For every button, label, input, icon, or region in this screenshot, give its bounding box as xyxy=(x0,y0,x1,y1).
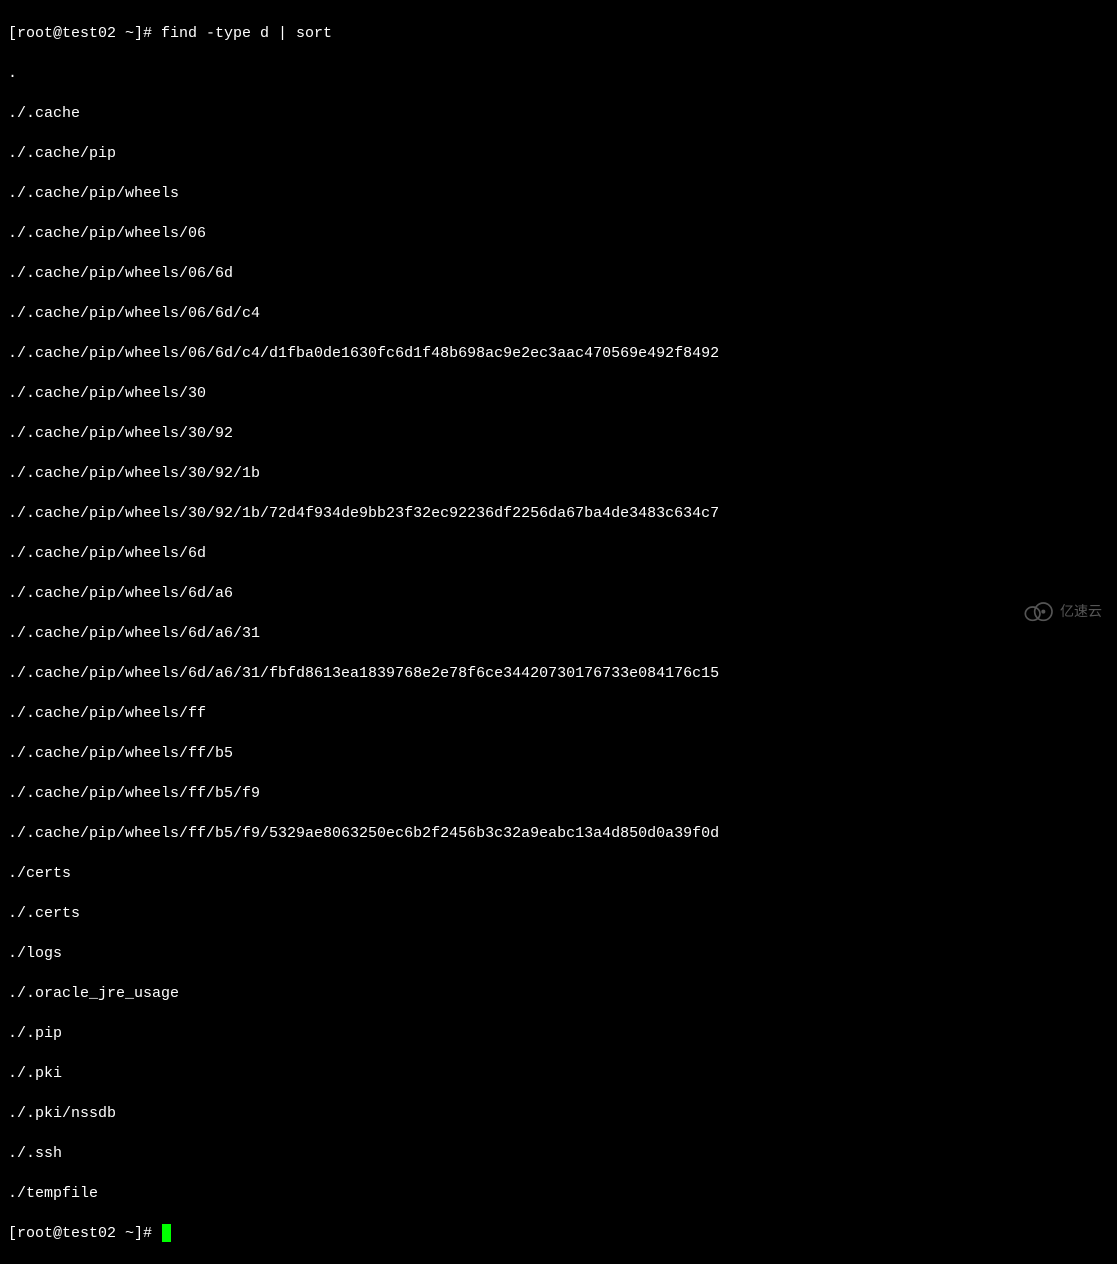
output-line: ./.cache/pip/wheels/06/6d xyxy=(8,264,1109,284)
output-line: ./.cache xyxy=(8,104,1109,124)
output-line: ./certs xyxy=(8,864,1109,884)
command-line-2: [root@test02 ~]# xyxy=(8,1224,1109,1244)
output-line: ./.cache/pip/wheels/6d/a6/31 xyxy=(8,624,1109,644)
output-line: ./.cache/pip/wheels/6d/a6 xyxy=(8,584,1109,604)
output-line: ./.cache/pip/wheels/30 xyxy=(8,384,1109,404)
output-line: ./.pki xyxy=(8,1064,1109,1084)
output-line: ./.cache/pip/wheels/ff/b5 xyxy=(8,744,1109,764)
output-line: ./.cache/pip/wheels/06/6d/c4/d1fba0de163… xyxy=(8,344,1109,364)
output-line: ./.cache/pip/wheels/30/92/1b/72d4f934de9… xyxy=(8,504,1109,524)
output-line: ./.pip xyxy=(8,1024,1109,1044)
output-line: ./.cache/pip/wheels/6d xyxy=(8,544,1109,564)
output-line: ./.cache/pip/wheels xyxy=(8,184,1109,204)
command-line-1: [root@test02 ~]# find -type d | sort xyxy=(8,24,1109,44)
output-line: ./.oracle_jre_usage xyxy=(8,984,1109,1004)
watermark: 亿速云 xyxy=(1022,600,1102,622)
shell-prompt: [root@test02 ~]# xyxy=(8,25,161,42)
output-line: ./.cache/pip xyxy=(8,144,1109,164)
output-line: ./.cache/pip/wheels/ff/b5/f9/5329ae80632… xyxy=(8,824,1109,844)
shell-prompt: [root@test02 ~]# xyxy=(8,1225,161,1242)
output-line: ./logs xyxy=(8,944,1109,964)
output-line: ./.cache/pip/wheels/06/6d/c4 xyxy=(8,304,1109,324)
output-line: ./.cache/pip/wheels/ff xyxy=(8,704,1109,724)
output-line: ./.cache/pip/wheels/30/92/1b xyxy=(8,464,1109,484)
terminal-output[interactable]: [root@test02 ~]# find -type d | sort . .… xyxy=(8,4,1109,1264)
output-line: ./.cache/pip/wheels/ff/b5/f9 xyxy=(8,784,1109,804)
cursor xyxy=(162,1224,171,1242)
output-line: ./.cache/pip/wheels/6d/a6/31/fbfd8613ea1… xyxy=(8,664,1109,684)
output-line: . xyxy=(8,64,1109,84)
output-line: ./.cache/pip/wheels/06 xyxy=(8,224,1109,244)
output-line: ./.certs xyxy=(8,904,1109,924)
output-line: ./tempfile xyxy=(8,1184,1109,1204)
watermark-text: 亿速云 xyxy=(1060,601,1102,621)
cloud-icon xyxy=(1022,600,1054,622)
output-line: ./.cache/pip/wheels/30/92 xyxy=(8,424,1109,444)
output-line: ./.pki/nssdb xyxy=(8,1104,1109,1124)
output-line: ./.ssh xyxy=(8,1144,1109,1164)
command-text: find -type d | sort xyxy=(161,25,332,42)
